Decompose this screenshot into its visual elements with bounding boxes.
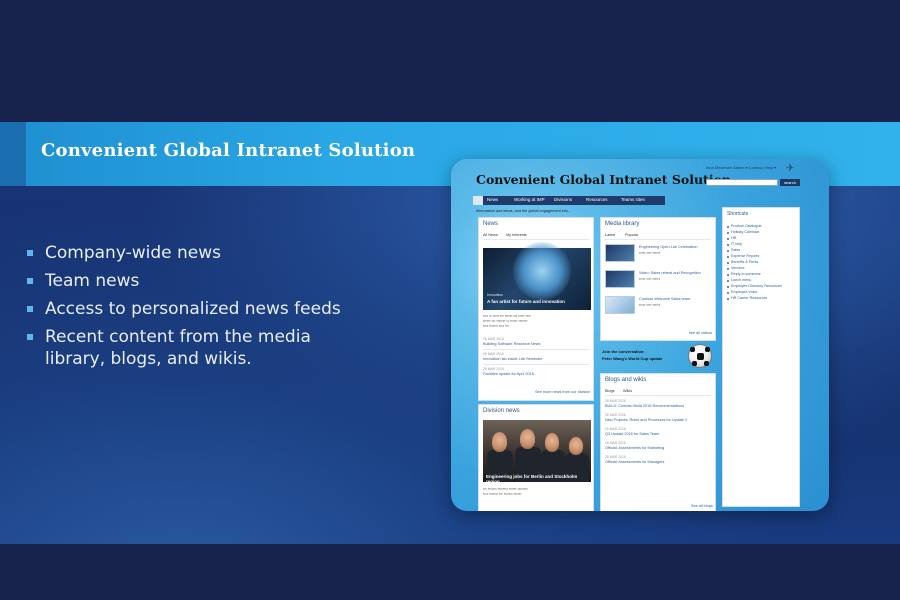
blog-link[interactable]: Q3 Update 2016 for Sales Team	[605, 432, 659, 436]
divider	[483, 364, 589, 365]
bullet-icon	[27, 250, 33, 256]
divider	[483, 349, 589, 350]
bird-logo-icon: ✈	[786, 163, 795, 174]
video-thumbnail[interactable]	[605, 270, 635, 288]
shortcut-link[interactable]: Employee Voice	[731, 290, 757, 294]
tab-wikis[interactable]: Wikis	[623, 389, 632, 393]
media-link[interactable]: Video: Sales retreat and Recognition	[639, 271, 711, 275]
news-panel: News All News My Interests Innovation A …	[478, 217, 594, 401]
team-photo[interactable]: Engineering jobs for Berlin and Stockhol…	[483, 420, 591, 484]
divider	[605, 395, 711, 396]
news-date: 26 MAR 2016	[483, 367, 504, 371]
video-thumbnail[interactable]	[605, 296, 635, 314]
news-link[interactable]: Innovation lab inside Lab Reminder	[483, 357, 543, 361]
title-band-accent	[0, 122, 26, 186]
shortcut-link[interactable]: Sales	[731, 248, 740, 252]
blog-link[interactable]: Official: Assessments for Managers	[605, 460, 664, 464]
bullet-icon	[27, 306, 33, 312]
news-date: 26 MAR 2016	[483, 337, 504, 341]
blog-link[interactable]: New Projects: Rules and Processes for Up…	[605, 418, 687, 422]
shortcut-link[interactable]: Benefits & Perks	[731, 260, 758, 264]
photo-caption: Engineering jobs for Berlin and Stockhol…	[486, 474, 578, 484]
bullet-icon	[27, 278, 33, 284]
news-heading: News	[483, 221, 499, 227]
shortcut-link[interactable]: HR	[731, 236, 736, 240]
shortcut-link[interactable]: Reply to someone	[731, 272, 761, 276]
intranet-screenshot: Convenient Global Intranet Solution Irin…	[451, 159, 829, 511]
presentation-slide: Convenient Global Intranet Solution Comp…	[0, 122, 900, 544]
shortcut-link[interactable]: Employee Directory Resources	[731, 284, 782, 288]
shortcuts-panel: Shortcuts Product Catalogue Holiday Cale…	[722, 207, 800, 507]
featured-title: Join the conversation:	[602, 349, 645, 354]
slide-title: Convenient Global Intranet Solution	[41, 140, 416, 161]
video-thumbnail[interactable]	[605, 244, 635, 262]
division-news-heading: Division news	[483, 408, 520, 414]
shortcut-link[interactable]: Lunch menu	[731, 278, 751, 282]
blogs-wikis-panel: Blogs and wikis Blogs Wikis 26 MAR 2016 …	[600, 373, 716, 511]
blog-link[interactable]: Official: Assessments for Marketing	[605, 446, 664, 450]
blog-date: 26 MAR 2016	[605, 413, 626, 417]
news-date: 26 MAR 2016	[483, 352, 504, 356]
media-library-heading: Media library	[605, 221, 640, 227]
news-link[interactable]: Building Software Research News	[483, 342, 540, 346]
see-all-blogs-link[interactable]: See all blogs	[691, 504, 713, 508]
blogs-wikis-heading: Blogs and wikis	[605, 377, 647, 383]
robot-figure	[513, 242, 571, 300]
tab-blogs[interactable]: Blogs	[605, 389, 615, 393]
nav-item-resources[interactable]: Resources	[586, 197, 608, 202]
tab-my-interests[interactable]: My Interests	[506, 233, 527, 237]
media-link[interactable]: Contoso Welcome Sales team	[639, 297, 711, 301]
tab-popular[interactable]: Popular	[625, 233, 638, 237]
shortcut-link[interactable]: IT help	[731, 242, 742, 246]
home-icon[interactable]	[473, 196, 483, 205]
bullet-item: Recent content from the media library, b…	[27, 326, 357, 370]
shortcuts-heading: Shortcuts	[727, 211, 749, 217]
divider	[483, 239, 589, 240]
shortcut-link[interactable]: HR Career Resources	[731, 296, 767, 300]
division-news-panel: Division news Engineering jobs for Berli…	[478, 404, 594, 511]
nav-item-working[interactable]: Working at IMP	[514, 197, 545, 202]
blog-link[interactable]: BUILD: Contoso Build 2016 Recommendation…	[605, 404, 684, 408]
search-input[interactable]	[706, 179, 778, 186]
shortcut-link[interactable]: Product Catalogue	[731, 224, 762, 228]
shortcut-link[interactable]: Holiday Calendar	[731, 230, 759, 234]
news-link[interactable]: Facilities update for April 2016	[483, 372, 534, 376]
nav-item-news[interactable]: News	[487, 197, 498, 202]
nav-item-teams[interactable]: Teams sites	[621, 197, 645, 202]
top-links[interactable]: Irina Maximum Admin ▾ Contoso Help ▾	[706, 165, 776, 170]
bullet-item: Team news	[27, 270, 357, 292]
blog-date: 26 MAR 2016	[605, 399, 626, 403]
bullet-list: Company-wide news Team news Access to pe…	[27, 242, 357, 376]
blog-date: 26 MAR 2016	[605, 427, 626, 431]
bullet-item: Access to personalized news feeds	[27, 298, 357, 320]
hero-caption: A fan artist for future and innovation	[487, 299, 565, 304]
breadcrumb: Information and ideas, and the global en…	[476, 209, 571, 213]
search-button[interactable]: search	[780, 179, 800, 186]
see-all-videos-link[interactable]: see all videos	[689, 331, 712, 335]
blog-date: 26 MAR 2016	[605, 441, 626, 445]
bullet-icon	[27, 334, 33, 340]
divider	[605, 239, 711, 240]
soccer-ball-icon	[688, 344, 712, 368]
nav-item-divisions[interactable]: Divisions	[554, 197, 572, 202]
hero-image[interactable]: Innovation A fan artist for future and i…	[483, 242, 591, 310]
bullet-item: Company-wide news	[27, 242, 357, 264]
blog-date: 26 MAR 2016	[605, 455, 626, 459]
site-title: Convenient Global Intranet Solution	[476, 172, 732, 187]
shortcut-link[interactable]: Vendors	[731, 266, 745, 270]
featured-subtitle[interactable]: Peter Wang's World Cup update	[602, 356, 663, 362]
tab-latest[interactable]: Latest	[605, 233, 615, 237]
see-more-news-link[interactable]: See more news from our division	[535, 390, 590, 394]
media-link[interactable]: Engineering Open Lab Celebration	[639, 245, 711, 249]
tab-all-news[interactable]: All News	[483, 233, 498, 237]
media-library-panel: Media library Latest Popular Engineering…	[600, 217, 716, 341]
hero-tag: Innovation	[487, 293, 504, 297]
shortcut-link[interactable]: Expense Reports	[731, 254, 759, 258]
